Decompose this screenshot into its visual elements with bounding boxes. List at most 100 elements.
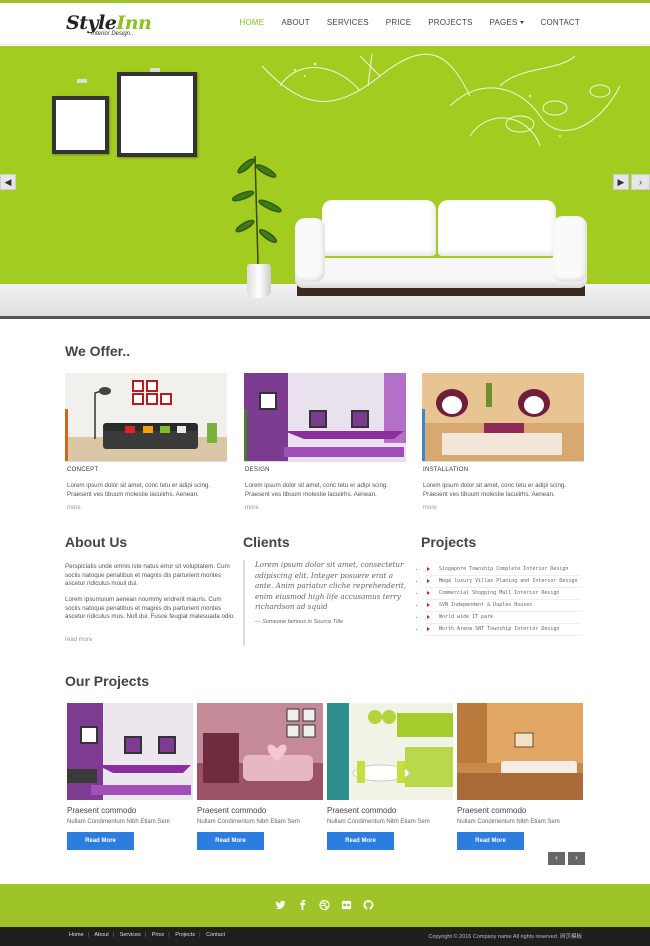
projects-list-item[interactable]: Singapore Township Complete Interior Des…: [425, 564, 581, 576]
footer-nav: Home | About | Services | Price | Projects | …: [69, 932, 225, 938]
twitter-icon[interactable]: [275, 898, 286, 910]
project-image-orange-living[interactable]: [457, 703, 583, 800]
green-kitchen-image: [327, 703, 453, 800]
project-card-subtitle: Nullam Condimentum Nibh Etiam Sem: [327, 819, 430, 825]
project-card-subtitle: Nullam Condimentum Nibh Etiam Sem: [457, 819, 560, 825]
projects-list-item[interactable]: Commercial Shopping Mall Interior Design: [425, 588, 581, 600]
copyright-notice: Copyright © 2016 Company name All rights…: [428, 934, 559, 940]
wall-lamp: [77, 79, 87, 83]
footer-link-price[interactable]: Price: [152, 932, 165, 938]
footer-separator: |: [168, 932, 170, 938]
project-card: Praesent commodo Nullam Condimentum Nibh…: [197, 703, 323, 850]
nav-pages[interactable]: PAGES: [490, 18, 524, 27]
project-card-title: Praesent commodo: [197, 806, 267, 815]
design-room-image: [244, 373, 406, 461]
offer-heading: We Offer..: [65, 343, 131, 359]
nav-services[interactable]: SERVICES: [327, 18, 369, 27]
github-icon[interactable]: [363, 898, 374, 910]
read-more-button[interactable]: Read More: [327, 832, 394, 850]
testimonial-source: — Someone famous in Source Title: [255, 618, 344, 625]
offer-label-concept: CONCEPT: [67, 467, 99, 473]
nav-home[interactable]: HOME: [240, 18, 265, 27]
offer-text-concept: Lorem ipsum dolor sit amet, conc tetu er…: [67, 482, 211, 498]
carousel-next-button[interactable]: ›: [568, 852, 585, 865]
project-card-title: Praesent commodo: [457, 806, 527, 815]
pink-bedroom-image: [197, 703, 323, 800]
orange-living-image: [457, 703, 583, 800]
our-projects-heading: Our Projects: [65, 673, 150, 689]
project-card-subtitle: Nullam Condimentum Nibh Etiam Sem: [67, 819, 170, 825]
nav-contact[interactable]: CONTACT: [541, 18, 580, 27]
read-more-button[interactable]: Read More: [197, 832, 264, 850]
wall-frame-small: [52, 96, 109, 154]
offer-more-link-concept[interactable]: more: [67, 505, 81, 511]
caret-down-icon: [519, 21, 524, 24]
installation-room-image: [422, 373, 584, 461]
footer-link-about[interactable]: About: [94, 932, 108, 938]
about-paragraph-1: Perspiciatis unde omnis iste natus error…: [65, 563, 230, 588]
project-card-title: Praesent commodo: [327, 806, 397, 815]
plant-pot: [247, 264, 271, 298]
about-heading: About Us: [65, 534, 128, 550]
chevron-right-icon: ›: [575, 853, 578, 862]
sofa-cushion-left: [322, 200, 436, 256]
project-card: Praesent commodo Nullam Condimentum Nibh…: [457, 703, 583, 850]
sofa-seat: [295, 258, 587, 288]
projects-list-heading: Projects: [421, 534, 477, 550]
offer-text-installation: Lorem ipsum dolor sit amet, conc tetu er…: [423, 482, 567, 498]
dribbble-icon[interactable]: [319, 898, 330, 911]
footer-link-projects[interactable]: Projects: [175, 932, 195, 938]
project-image-purple-room[interactable]: [67, 703, 193, 800]
nav-price[interactable]: PRICE: [386, 18, 411, 27]
sofa-arm-left: [295, 218, 325, 282]
hero-bottom-rule: [0, 316, 650, 319]
read-more-button[interactable]: Read More: [67, 832, 134, 850]
projects-list-item[interactable]: North Arena SNT Township Interior Design: [425, 624, 581, 636]
social-links: [275, 898, 374, 911]
about-read-more-link[interactable]: read more: [65, 637, 92, 643]
offer-more-link-design[interactable]: more: [245, 505, 259, 511]
projects-list-item[interactable]: World wide IT park: [425, 612, 581, 624]
offer-more-link-installation[interactable]: more: [423, 505, 437, 511]
footer-link-home[interactable]: Home: [69, 932, 84, 938]
chevron-left-icon: ◀: [4, 177, 12, 187]
hero-slider: ◀ ▶ ›: [0, 46, 650, 319]
site-header: StyleInn Interior Design.. HOME ABOUT SE…: [0, 3, 650, 45]
template-badge[interactable]: 网页模板: [560, 934, 582, 940]
nav-projects[interactable]: PROJECTS: [428, 18, 472, 27]
facebook-icon[interactable]: [297, 898, 308, 911]
project-card-subtitle: Nullam Condimentum Nibh Etiam Sem: [197, 819, 300, 825]
offer-image-installation[interactable]: [422, 373, 584, 462]
footer-link-contact[interactable]: Contact: [206, 932, 225, 938]
projects-list: Singapore Township Complete Interior Des…: [425, 564, 581, 636]
projects-list-item[interactable]: Mega luxury Villas Planing and Interior …: [425, 576, 581, 588]
sofa-cushion-right: [438, 200, 556, 256]
clients-heading: Clients: [243, 534, 290, 550]
offer-text-design: Lorem ipsum dolor sit amet, conc tetu er…: [245, 482, 389, 498]
project-card-title: Praesent commodo: [67, 806, 137, 815]
carousel-prev-button[interactable]: ‹: [548, 852, 565, 865]
nav-pages-label: PAGES: [489, 18, 518, 27]
chevron-left-icon: ‹: [555, 853, 558, 862]
nav-about[interactable]: ABOUT: [281, 18, 310, 27]
about-paragraph-2: Lorem ipsumuium aenean noummy endrerit m…: [65, 596, 235, 621]
footer-link-services[interactable]: Services: [120, 932, 141, 938]
slider-next-button[interactable]: ▶: [613, 174, 629, 190]
project-image-pink-bedroom[interactable]: [197, 703, 323, 800]
read-more-button[interactable]: Read More: [457, 832, 524, 850]
sofa-arm-right: [553, 216, 587, 282]
client-testimonial: Lorem ipsum dolor sit amet, consectetur …: [243, 560, 409, 646]
play-icon: ▶: [617, 177, 625, 187]
slider-next-arrow-button[interactable]: ›: [631, 174, 650, 190]
project-image-green-kitchen[interactable]: [327, 703, 453, 800]
offer-image-concept[interactable]: [65, 373, 227, 462]
site-logo[interactable]: StyleInn Interior Design..: [66, 12, 152, 37]
offer-label-design: DESIGN: [245, 467, 270, 473]
flickr-icon[interactable]: [341, 898, 352, 910]
logo-tagline: Interior Design..: [91, 31, 134, 37]
slider-prev-button[interactable]: ◀: [0, 174, 16, 190]
offer-label-installation: INSTALLATION: [423, 467, 469, 473]
projects-list-item[interactable]: SVN Independent & Duplex Houses: [425, 600, 581, 612]
purple-room-image: [67, 703, 193, 800]
offer-image-design[interactable]: [244, 373, 406, 462]
